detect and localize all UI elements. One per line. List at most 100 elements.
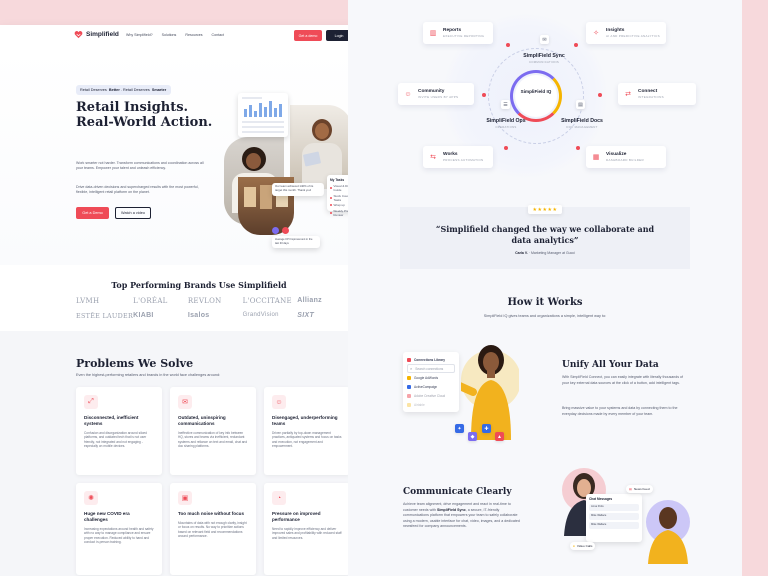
problem-card-desc: Mountains of data with not enough clarit… [178, 521, 247, 538]
node-community[interactable]: ☺ Community INVITE USERS BY APPS [398, 83, 474, 105]
brand-logo: Isalos [187, 312, 210, 319]
connections-library-card: Connections Library ⌕ Search connections … [403, 352, 459, 412]
hub-docs-sub: DOC MANAGEMENT [566, 125, 598, 129]
chat-icon: ✉ [178, 395, 192, 409]
communicate-title: Communicate Clearly [403, 487, 512, 497]
hero-stat-card: Average KPI Improvement in the last 30 d… [272, 236, 320, 248]
platform-panel: SimpliField IQ ✉ SimpliField Sync COMMUN… [348, 0, 742, 576]
chat-message[interactable]: Anna Potts [589, 504, 639, 511]
hub-sync-label: SimpliField Sync [523, 53, 565, 59]
chat-messages-card: Chat Messages Anna Potts Mike Wallace Mi… [586, 494, 642, 542]
apps-item[interactable]: Airtable [407, 400, 455, 409]
problem-card-title: Too much noise without focus [178, 511, 245, 516]
problem-card: ✺ Huge new COVID era challenges Increasi… [76, 483, 162, 575]
noise-icon: ▣ [178, 491, 192, 505]
problem-card: ◔ Pressure on improved performance Need … [264, 483, 350, 575]
plug-icon: ⇄ [625, 91, 631, 98]
disconnect-icon: ⤢ [84, 395, 98, 409]
brand-logos: LVMH L'ORÉAL REVLON L'OCCITANE Allianz E… [76, 297, 352, 320]
dashboard-bar [259, 103, 262, 117]
node-sub: INVITE USERS BY APPS [418, 95, 459, 99]
dashboard-icon: ▦ [592, 154, 600, 161]
brands-title: Top Performing Brands Use Simplifield [111, 280, 287, 290]
video-calls-chip[interactable]: ● Video Calls [570, 542, 596, 550]
connector-dot [598, 93, 602, 97]
nav-demo-button[interactable]: Get a demo [294, 30, 322, 41]
problem-card-title: Disconnected, inefficient systems [84, 415, 139, 426]
chat-message[interactable]: Mike Wallace [589, 513, 639, 520]
nav-link-contact[interactable]: Contact [212, 33, 224, 37]
hero-paragraph: Drive data-driven decisions and supercha… [76, 185, 199, 194]
node-visualize[interactable]: ▦ Visualize DASHBOARD BUILDER [586, 146, 666, 168]
landing-page-panel: Simplifield Why Simplifield? Solutions R… [0, 25, 398, 576]
chat-card-title: Chat Messages [589, 497, 613, 501]
apps-item[interactable]: Google AdWords [407, 373, 455, 382]
author-role: Marketing Manager at Gucci [530, 251, 575, 255]
logo-text: Simplifield [86, 31, 119, 38]
problem-card-desc: Increasing expectations around health an… [84, 527, 154, 544]
badge-icon [282, 227, 289, 234]
connector-dot [506, 43, 510, 47]
node-reports[interactable]: ▥ Reports EXECUTIVE REPORTING [423, 22, 493, 44]
problem-card-title: Huge new COVID era challenges [84, 511, 130, 522]
dashboard-bar [249, 105, 252, 117]
chat-message[interactable]: Mike Wallace [589, 522, 639, 529]
author-name: Carla V. [515, 251, 528, 255]
unify-paragraph: With SimpliField Connect, you can easily… [562, 375, 684, 385]
app-bubble-icon: ✚ [482, 424, 491, 433]
ops-icon: ☰ [501, 100, 510, 109]
dashboard-row [242, 121, 284, 123]
problem-card: ▣ Too much noise without focus Mountains… [170, 483, 256, 575]
hero-video-button[interactable]: Watch a video [115, 207, 151, 219]
tag-text: Retail Deserves [80, 88, 107, 92]
unify-paragraph: Bring massive value to your systems and … [562, 406, 678, 416]
node-works[interactable]: ⇆ Works PROCESS AUTOMATION [423, 146, 493, 168]
hub-ops-sub: OPERATIONS [495, 125, 517, 129]
connector-dot [574, 43, 578, 47]
apps-item[interactable]: Adobe Creative Cloud [407, 391, 455, 400]
nav-link-resources[interactable]: Resources [185, 33, 202, 37]
news-feed-chip[interactable]: ▤ News Feed [626, 485, 653, 493]
connector-dot [504, 146, 508, 150]
problem-card-title: Pressure on improved performance [272, 511, 321, 522]
node-connect[interactable]: ⇄ Connect INTEGRATIONS [618, 83, 696, 105]
dashboard-card [238, 93, 288, 137]
how-title: How it Works [507, 297, 583, 308]
hero-title-line: Retail Insights. [76, 100, 189, 115]
search-connections-input[interactable]: ⌕ Search connections [407, 364, 455, 373]
brand-logo: L'ORÉAL [133, 297, 168, 305]
chat-icon: ✉ [540, 35, 549, 44]
problem-card-desc: Ineffective communication of key info be… [178, 431, 248, 448]
problem-card-desc: Driven partially by top-down management … [272, 431, 342, 448]
brand-logo: Allianz [297, 297, 322, 304]
communicate-paragraph: Achieve team alignment, drive engagement… [403, 502, 520, 529]
node-sub: INTEGRATIONS [638, 95, 664, 99]
node-sub: DASHBOARD BUILDER [606, 158, 644, 162]
hub-ops-label: SimpliField Ops [486, 118, 526, 124]
nav-link-why[interactable]: Why Simplifield? [126, 33, 153, 37]
brand-logo: ESTĒE LAUDER [76, 312, 134, 320]
ecosystem-core [515, 75, 557, 117]
unify-title: Unify All Your Data [562, 360, 659, 370]
apps-item: Connections Library [407, 355, 455, 364]
problems-subtitle: Even the highest-performing retailers an… [76, 373, 221, 377]
dashboard-bar [244, 109, 247, 117]
logo[interactable]: Simplifield [74, 30, 119, 39]
top-nav: Simplifield Why Simplifield? Solutions R… [0, 25, 398, 47]
nav-link-solutions[interactable]: Solutions [162, 33, 177, 37]
brand-logo: LVMH [76, 297, 100, 305]
star-rating-icon: ★★★★★ [528, 205, 562, 214]
badge-icon [272, 227, 279, 234]
hub-center-label: SimpliField IQ [520, 89, 552, 94]
gauge-icon: ◔ [272, 491, 286, 505]
search-icon: ⌕ [410, 366, 413, 371]
hero-title-line: Real-World Action. [76, 115, 213, 130]
problem-card-title: Disengaged, underperforming teams [272, 415, 338, 426]
hero-demo-button[interactable]: Get a Demo [76, 207, 109, 219]
dashboard-row [242, 97, 262, 99]
node-insights[interactable]: ✧ Insights AI AND PREDICTIVE ANALYTICS [586, 22, 666, 44]
hub-sync-sub: COMMUNICATIONS [528, 60, 560, 64]
tag-bold: Smarter [151, 88, 167, 92]
hero-chat-bubble: Our team achieved 140% of its target thi… [272, 183, 324, 196]
apps-item[interactable]: ActiveCampaign [407, 382, 455, 391]
